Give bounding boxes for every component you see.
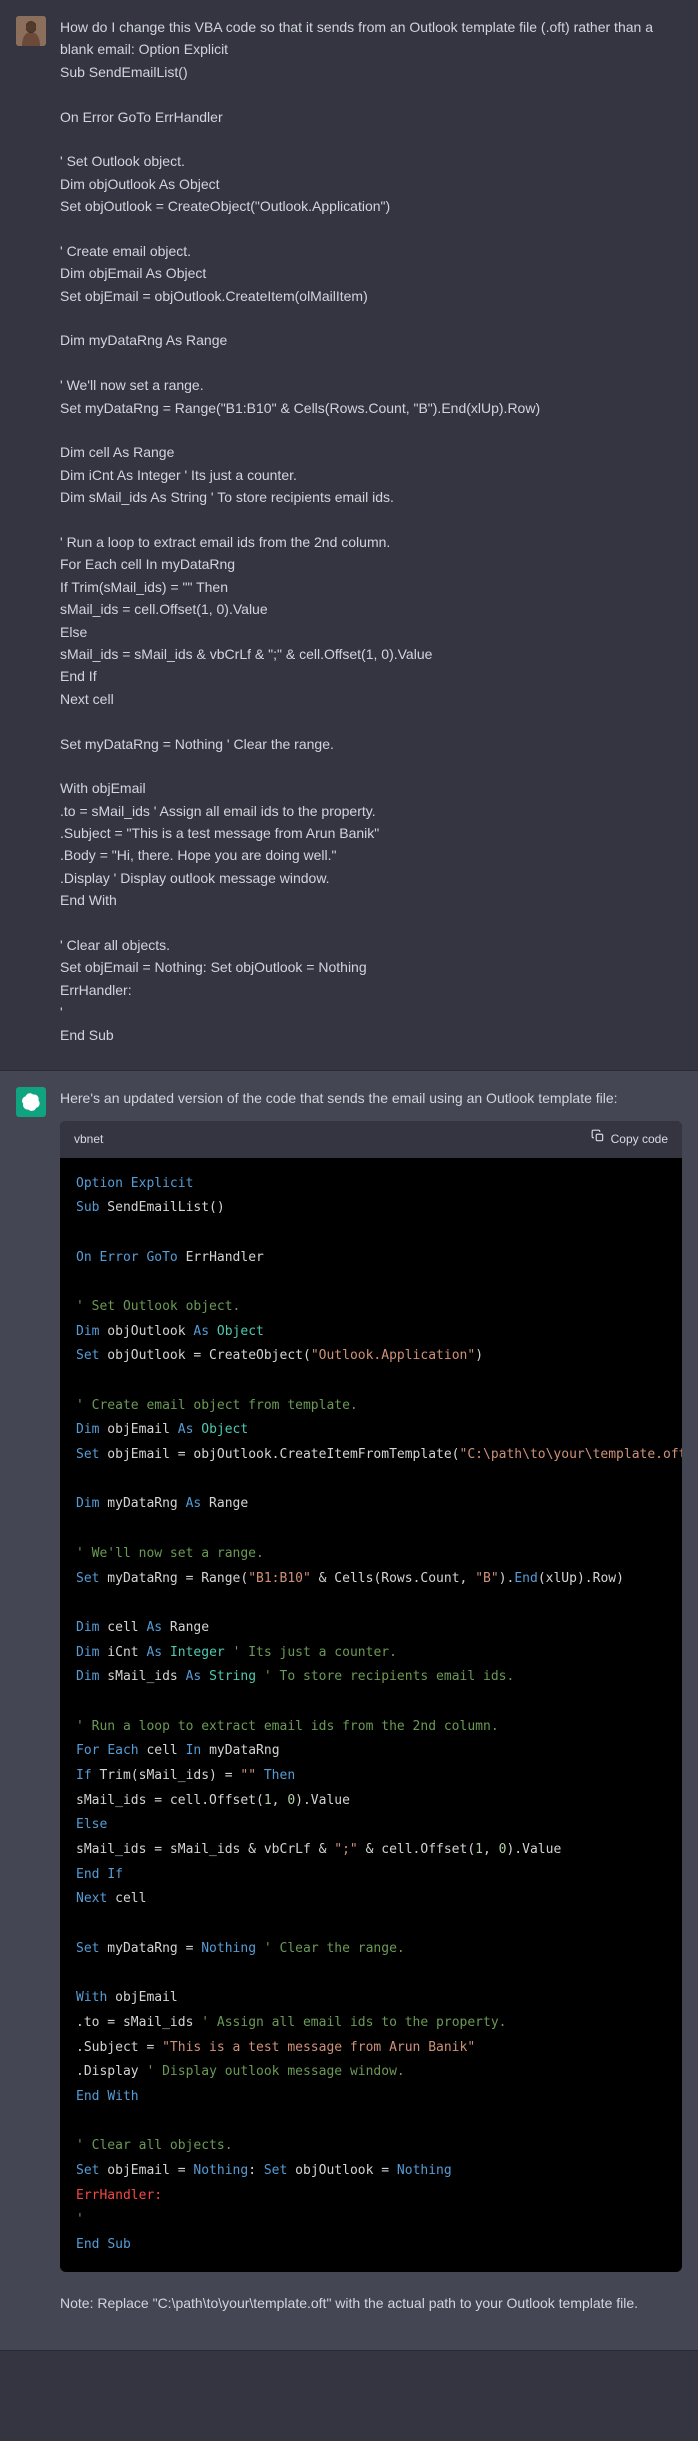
code-line: ' Run a loop to extract email ids from t… (76, 1715, 666, 1740)
assistant-content: Here's an updated version of the code th… (60, 1087, 682, 2326)
code-line: If Trim(sMail_ids) = "" Then (76, 1764, 666, 1789)
code-line (76, 1221, 666, 1246)
code-line: Dim objEmail As Object (76, 1418, 666, 1443)
assistant-avatar (16, 1087, 46, 1117)
code-line: End With (76, 2085, 666, 2110)
code-line: .to = sMail_ids ' Assign all email ids t… (76, 2011, 666, 2036)
user-content: How do I change this VBA code so that it… (60, 16, 682, 1046)
code-line: Set objEmail = objOutlook.CreateItemFrom… (76, 1443, 666, 1468)
code-line (76, 1912, 666, 1937)
code-line: Set objEmail = Nothing: Set objOutlook =… (76, 2159, 666, 2184)
copy-code-button[interactable]: Copy code (591, 1129, 668, 1149)
clipboard-icon (591, 1129, 605, 1149)
code-line: ErrHandler: (76, 2184, 666, 2209)
code-block: vbnet Copy code Option ExplicitSub SendE… (60, 1121, 682, 2271)
code-line: ' Set Outlook object. (76, 1295, 666, 1320)
code-line: .Subject = "This is a test message from … (76, 2036, 666, 2061)
code-line: Dim myDataRng As Range (76, 1492, 666, 1517)
code-line: Dim cell As Range (76, 1616, 666, 1641)
code-line (76, 1690, 666, 1715)
user-avatar (16, 16, 46, 46)
code-line: Option Explicit (76, 1172, 666, 1197)
code-lang-label: vbnet (74, 1130, 103, 1149)
code-line: ' Create email object from template. (76, 1394, 666, 1419)
code-line: Set myDataRng = Range("B1:B10" & Cells(R… (76, 1567, 666, 1592)
code-line: On Error GoTo ErrHandler (76, 1246, 666, 1271)
code-line: Set objOutlook = CreateObject("Outlook.A… (76, 1344, 666, 1369)
code-line: ' We'll now set a range. (76, 1542, 666, 1567)
code-line: ' Clear all objects. (76, 2134, 666, 2159)
assistant-intro: Here's an updated version of the code th… (60, 1087, 682, 1109)
code-line (76, 1591, 666, 1616)
code-line: Dim sMail_ids As String ' To store recip… (76, 1665, 666, 1690)
code-line: With objEmail (76, 1986, 666, 2011)
code-line: Sub SendEmailList() (76, 1196, 666, 1221)
code-line: End If (76, 1863, 666, 1888)
code-line: Dim objOutlook As Object (76, 1320, 666, 1345)
code-line: sMail_ids = sMail_ids & vbCrLf & ";" & c… (76, 1838, 666, 1863)
copy-code-label: Copy code (611, 1130, 668, 1149)
code-line (76, 1517, 666, 1542)
code-line: Next cell (76, 1887, 666, 1912)
code-line: Set myDataRng = Nothing ' Clear the rang… (76, 1937, 666, 1962)
code-line (76, 1270, 666, 1295)
code-line: For Each cell In myDataRng (76, 1739, 666, 1764)
code-line (76, 1369, 666, 1394)
code-header: vbnet Copy code (60, 1121, 682, 1157)
code-line: End Sub (76, 2233, 666, 2258)
assistant-message: Here's an updated version of the code th… (0, 1070, 698, 2351)
code-line: ' (76, 2208, 666, 2233)
code-line (76, 1962, 666, 1987)
user-message: How do I change this VBA code so that it… (0, 0, 698, 1070)
code-line (76, 1468, 666, 1493)
code-line: .Display ' Display outlook message windo… (76, 2060, 666, 2085)
assistant-note: Note: Replace "C:\path\to\your\template.… (60, 2292, 682, 2314)
code-body[interactable]: Option ExplicitSub SendEmailList() On Er… (60, 1158, 682, 2272)
code-line: sMail_ids = cell.Offset(1, 0).Value (76, 1789, 666, 1814)
code-line: Else (76, 1813, 666, 1838)
code-line (76, 2110, 666, 2135)
user-text: How do I change this VBA code so that it… (60, 16, 682, 1046)
code-line: Dim iCnt As Integer ' Its just a counter… (76, 1641, 666, 1666)
